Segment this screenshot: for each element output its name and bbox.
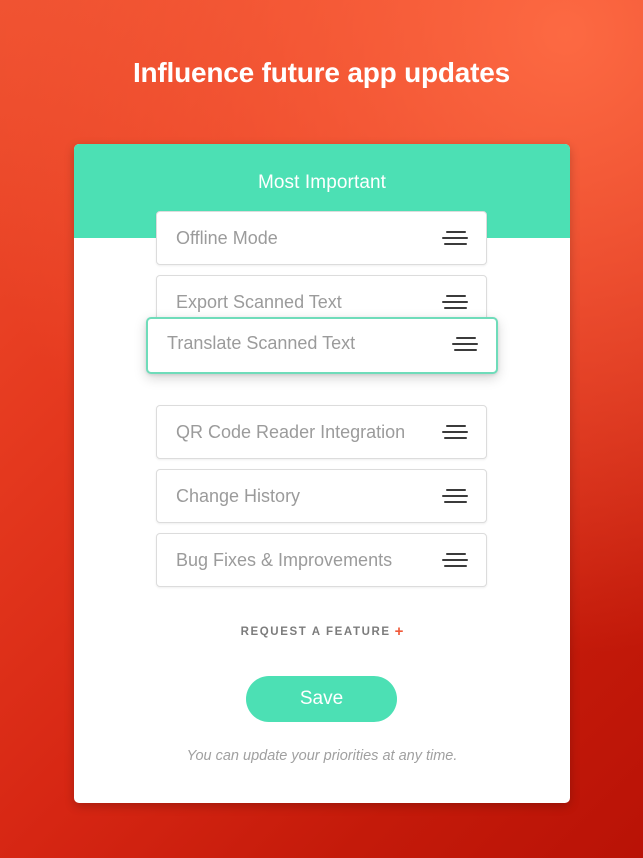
footer-note: You can update your priorities at any ti…	[186, 748, 458, 764]
drag-handle-icon[interactable]	[442, 489, 468, 504]
list-item-dragging[interactable]: Translate Scanned Text	[146, 317, 498, 374]
list-item-label: Bug Fixes & Improvements	[176, 550, 393, 570]
plus-icon: +	[394, 623, 404, 640]
drag-handle-icon[interactable]	[442, 425, 468, 440]
list-item[interactable]: QR Code Reader Integration	[156, 405, 487, 459]
request-feature-link[interactable]: REQUEST A FEATURE +	[74, 622, 570, 640]
list-item[interactable]: Change History	[156, 469, 487, 523]
list-item[interactable]: Bug Fixes & Improvements	[156, 533, 487, 587]
drag-handle-icon[interactable]	[442, 231, 468, 246]
list-item-label: Offline Mode	[176, 228, 278, 248]
drag-handle-icon[interactable]	[452, 337, 478, 352]
list-item[interactable]: Offline Mode	[156, 211, 487, 265]
drag-handle-icon[interactable]	[442, 295, 468, 310]
app-screen: Influence future app updates Most Import…	[0, 0, 643, 858]
request-feature-label: REQUEST A FEATURE	[240, 626, 391, 638]
list-item-label: Translate Scanned Text	[167, 333, 356, 353]
drag-handle-icon[interactable]	[442, 553, 468, 568]
list-item-label: QR Code Reader Integration	[176, 422, 406, 442]
card-header-title: Most Important	[257, 172, 387, 193]
page-title: Influence future app updates	[132, 57, 511, 88]
priorities-card: Most Important Offline Mode Export Scann…	[74, 144, 570, 803]
save-button[interactable]: Save	[246, 676, 397, 722]
list-item-label: Change History	[176, 486, 301, 506]
